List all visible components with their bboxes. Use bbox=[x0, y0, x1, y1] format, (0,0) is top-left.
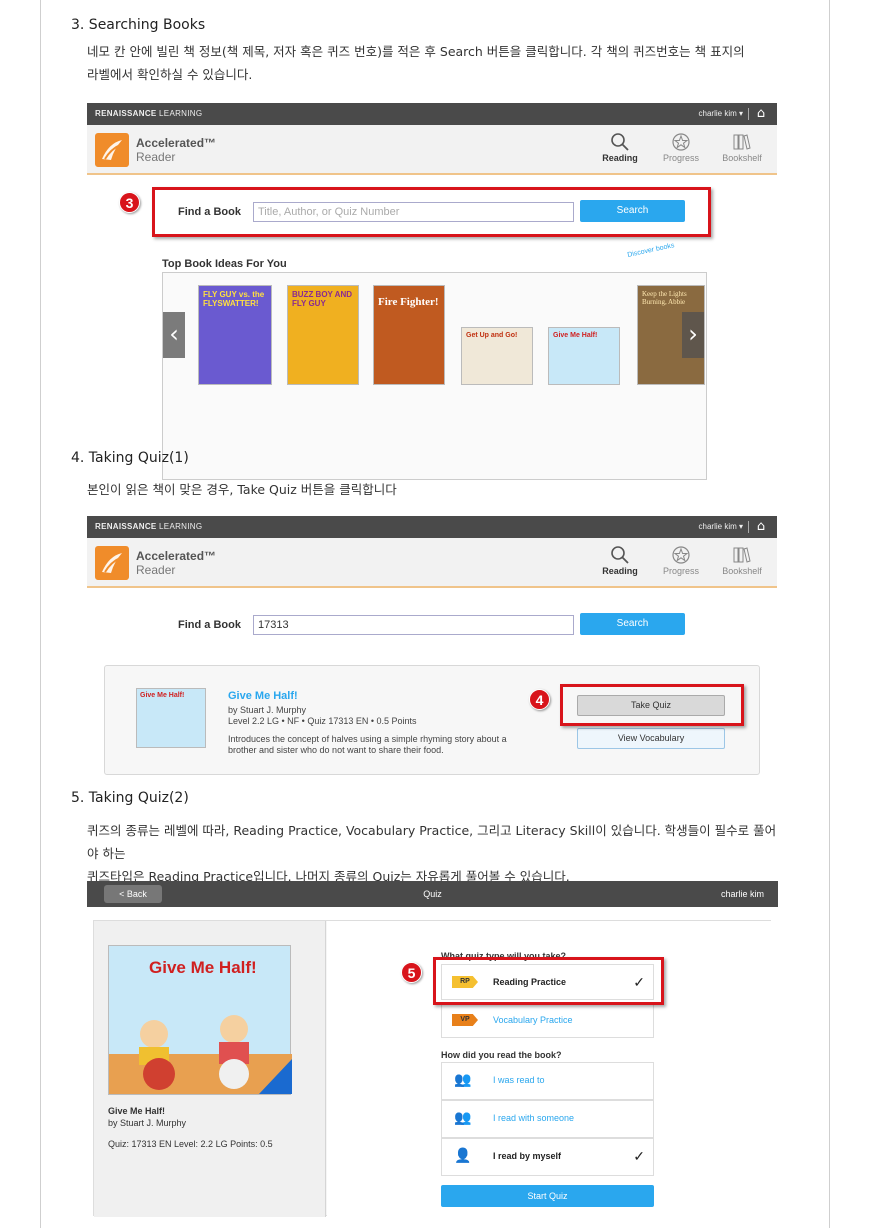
brand-logo: RENAISSANCE LEARNING bbox=[95, 522, 203, 531]
view-vocabulary-button[interactable]: View Vocabulary bbox=[577, 728, 725, 749]
book-cover: Give Me Half! bbox=[108, 945, 292, 1095]
read-mode-with-someone[interactable]: 👥 I read with someone bbox=[441, 1100, 654, 1138]
quiz-title: Quiz bbox=[423, 889, 442, 899]
desc-line: 퀴즈의 종류는 레벨에 따라, Reading Practice, Vocabu… bbox=[87, 823, 777, 861]
search-icon bbox=[611, 133, 629, 151]
app-logo-icon bbox=[95, 546, 129, 580]
book-cover[interactable]: Fire Fighter! bbox=[373, 285, 445, 385]
read-mode-by-myself[interactable]: 👤 I read by myself ✓ bbox=[441, 1138, 654, 1176]
ar-header: Accelerated™ Reader Reading Progress Boo… bbox=[87, 538, 777, 588]
find-a-book-label: Find a Book bbox=[178, 619, 241, 631]
star-icon bbox=[672, 133, 690, 151]
section-title: 5. Taking Quiz(2) bbox=[71, 790, 189, 806]
nav-label: Bookshelf bbox=[722, 153, 762, 163]
option-label: I read by myself bbox=[493, 1151, 562, 1161]
search-icon bbox=[611, 546, 629, 564]
start-quiz-button[interactable]: Start Quiz bbox=[441, 1185, 654, 1207]
user-menu[interactable]: charlie kim ▾ bbox=[699, 522, 743, 531]
desc-line: 본인이 읽은 책이 맞은 경우, Take Quiz 버튼을 클릭합니다 bbox=[87, 482, 397, 497]
nav-reading[interactable]: Reading bbox=[590, 544, 650, 576]
section-title: 4. Taking Quiz(1) bbox=[71, 450, 189, 466]
home-icon[interactable]: ⌂ bbox=[753, 519, 769, 535]
ar-screen-search: RENAISSANCE LEARNING charlie kim ▾ ⌂ Acc… bbox=[87, 103, 777, 480]
read-mode-read-to[interactable]: 👥 I was read to bbox=[441, 1062, 654, 1100]
read-mode-question: How did you read the book? bbox=[441, 1050, 562, 1060]
app-name: Accelerated™ bbox=[136, 136, 217, 150]
book-cover[interactable]: Give Me Half! bbox=[548, 327, 620, 385]
section-description: 네모 칸 안에 빌린 책 정보(책 제목, 저자 혹은 퀴즈 번호)를 적은 후… bbox=[87, 40, 787, 86]
book-author: by Stuart J. Murphy bbox=[108, 1118, 187, 1128]
highlight-box bbox=[152, 187, 711, 237]
quiz-type-vocabulary-practice[interactable]: VP Vocabulary Practice bbox=[441, 1002, 654, 1038]
star-icon bbox=[672, 546, 690, 564]
step-badge: 3 bbox=[119, 192, 140, 213]
app-subname: Reader bbox=[136, 563, 176, 577]
nav-label: Reading bbox=[602, 566, 638, 576]
cover-illustration bbox=[109, 1015, 292, 1094]
app-subname: Reader bbox=[136, 150, 176, 164]
ar-topbar: RENAISSANCE LEARNING charlie kim ▾ ⌂ bbox=[87, 103, 777, 125]
desc-line: 네모 칸 안에 빌린 책 정보(책 제목, 저자 혹은 퀴즈 번호)를 적은 후… bbox=[87, 44, 745, 59]
brand-logo: RENAISSANCE LEARNING bbox=[95, 109, 203, 118]
search-button[interactable]: Search bbox=[580, 613, 685, 635]
vp-tag: VP bbox=[452, 1014, 478, 1026]
book-cover[interactable]: Get Up and Go! bbox=[461, 327, 533, 385]
nav-bookshelf[interactable]: Bookshelf bbox=[712, 544, 772, 576]
check-icon: ✓ bbox=[633, 1148, 645, 1164]
option-label: I was read to bbox=[493, 1075, 545, 1085]
app-logo-icon bbox=[95, 133, 129, 167]
bookshelf-icon bbox=[733, 547, 751, 563]
nav-label: Reading bbox=[602, 153, 638, 163]
carousel-next-arrow[interactable]: › bbox=[682, 312, 704, 358]
people-icon: 👥 bbox=[454, 1071, 472, 1087]
desc-line: 라벨에서 확인하실 수 있습니다. bbox=[87, 67, 253, 82]
app-name: Accelerated™ bbox=[136, 549, 217, 563]
book-cover[interactable]: Give Me Half! bbox=[136, 688, 206, 748]
top-book-ideas-heading: Top Book Ideas For You bbox=[162, 258, 287, 270]
discover-books-link[interactable]: Discover books bbox=[627, 242, 675, 259]
nav-reading[interactable]: Reading bbox=[590, 131, 650, 163]
book-title: Give Me Half! bbox=[108, 1106, 166, 1116]
book-stats: Quiz: 17313 EN Level: 2.2 LG Points: 0.5 bbox=[108, 1139, 273, 1149]
person-icon: 👤 bbox=[454, 1147, 472, 1163]
step-badge: 4 bbox=[529, 689, 550, 710]
search-input[interactable]: 17313 bbox=[253, 615, 574, 635]
book-title-link[interactable]: Give Me Half! bbox=[228, 690, 298, 702]
ar-header: Accelerated™ Reader Reading Progress Boo… bbox=[87, 125, 777, 175]
section-description: 퀴즈의 종류는 레벨에 따라, Reading Practice, Vocabu… bbox=[87, 819, 787, 888]
bookshelf-icon bbox=[733, 134, 751, 150]
highlight-box bbox=[560, 684, 744, 726]
section-title: 3. Searching Books bbox=[71, 17, 206, 33]
book-cover[interactable]: FLY GUY vs. the FLYSWATTER! bbox=[198, 285, 272, 385]
nav-bookshelf[interactable]: Bookshelf bbox=[712, 131, 772, 163]
section-description: 본인이 읽은 책이 맞은 경우, Take Quiz 버튼을 클릭합니다 bbox=[87, 478, 787, 501]
divider bbox=[748, 521, 749, 533]
highlight-box bbox=[433, 957, 664, 1005]
home-icon[interactable]: ⌂ bbox=[753, 106, 769, 122]
ar-topbar: RENAISSANCE LEARNING charlie kim ▾ ⌂ bbox=[87, 516, 777, 538]
option-label: I read with someone bbox=[493, 1113, 575, 1123]
carousel-prev-arrow[interactable]: ‹ bbox=[163, 312, 185, 358]
book-summary: Introduces the concept of halves using a… bbox=[228, 734, 507, 744]
option-label: Vocabulary Practice bbox=[493, 1015, 573, 1025]
book-author: by Stuart J. Murphy bbox=[228, 705, 307, 715]
book-cover[interactable]: BUZZ BOY AND FLY GUY bbox=[287, 285, 359, 385]
people-icon: 👥 bbox=[454, 1109, 472, 1125]
nav-progress[interactable]: Progress bbox=[651, 544, 711, 576]
user-name: charlie kim bbox=[720, 889, 764, 899]
book-meta: Level 2.2 LG • NF • Quiz 17313 EN • 0.5 … bbox=[228, 716, 417, 726]
nav-label: Progress bbox=[662, 153, 699, 163]
nav-label: Bookshelf bbox=[722, 566, 762, 576]
step-badge: 5 bbox=[401, 962, 422, 983]
divider bbox=[748, 108, 749, 120]
quiz-topbar: < Back Quiz charlie kim bbox=[87, 881, 778, 907]
book-summary: brother and sister who do not want to sh… bbox=[228, 745, 444, 755]
nav-label: Progress bbox=[662, 566, 699, 576]
nav-progress[interactable]: Progress bbox=[651, 131, 711, 163]
user-menu[interactable]: charlie kim ▾ bbox=[699, 109, 743, 118]
